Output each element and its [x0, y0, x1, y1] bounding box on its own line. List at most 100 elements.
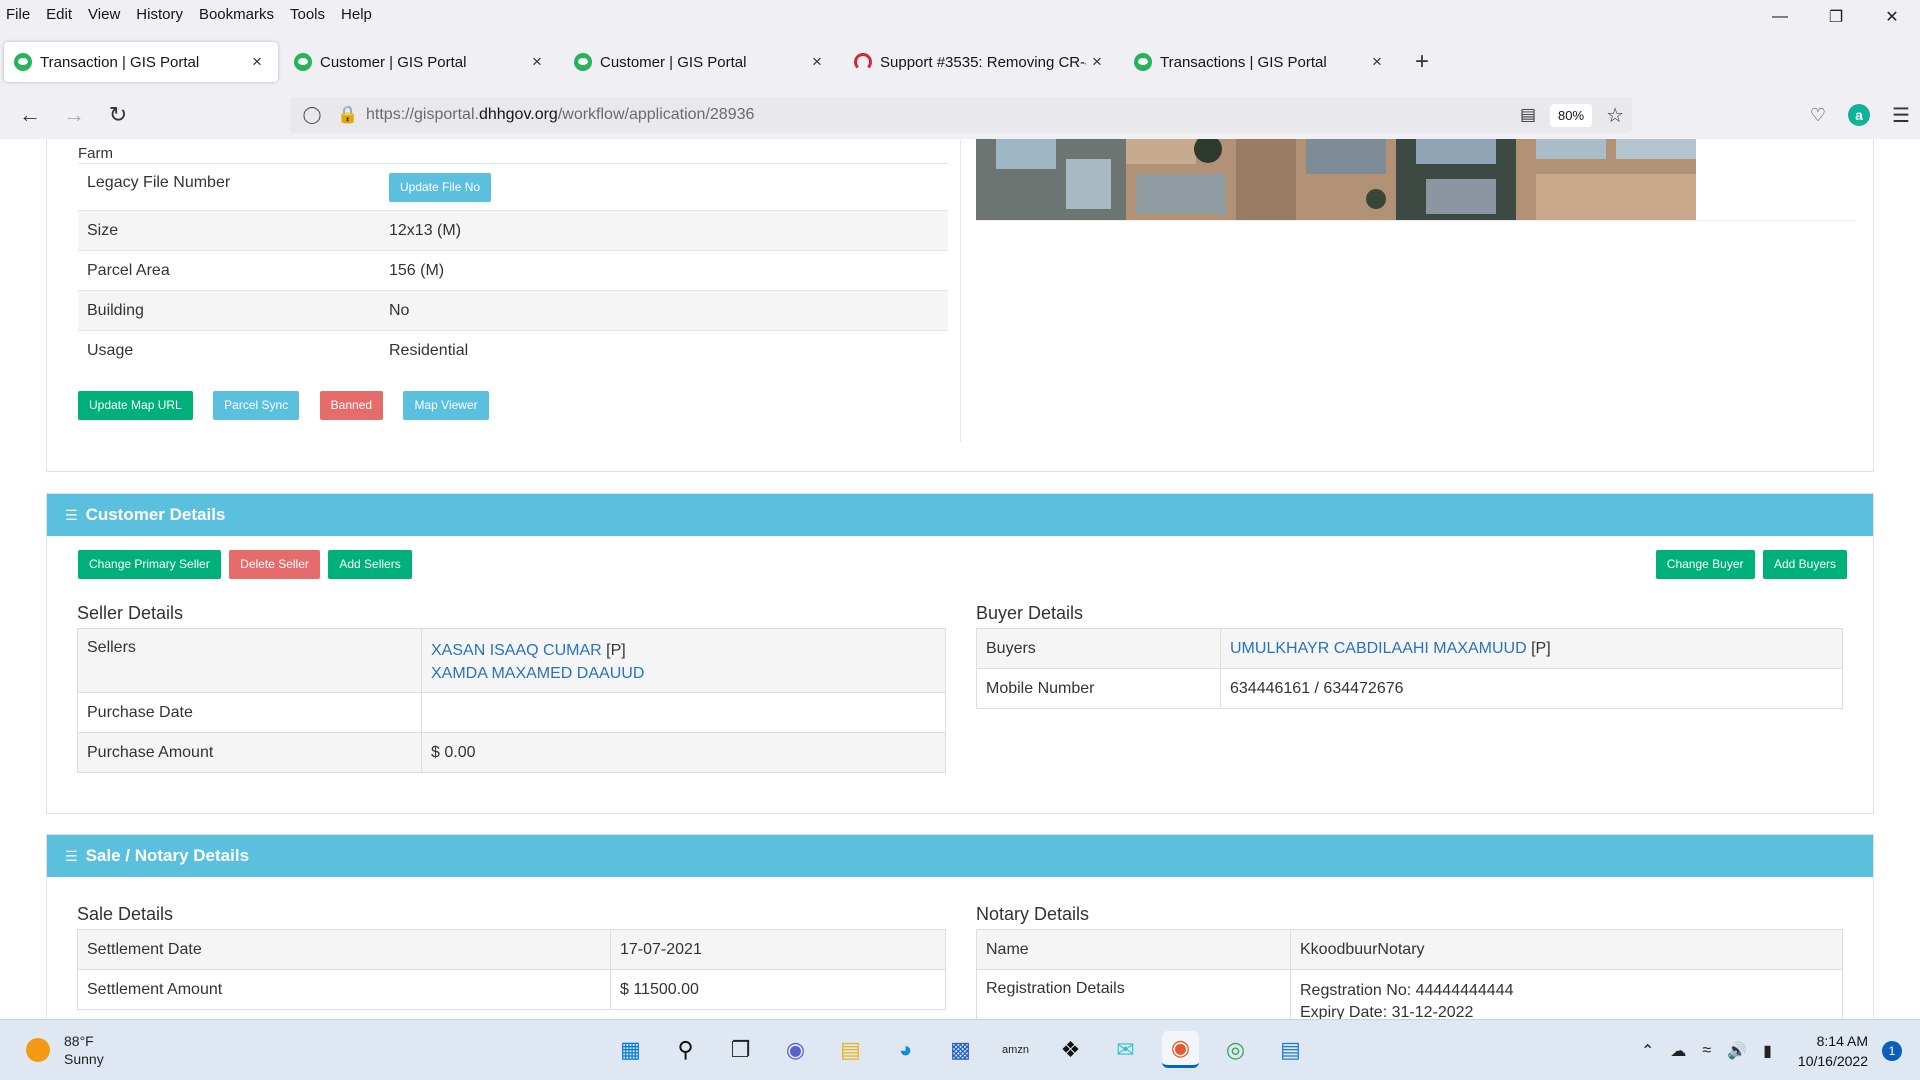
reload-icon[interactable]: ↻	[96, 97, 140, 133]
building-value: No	[380, 290, 948, 331]
dropbox-icon[interactable]: ❖	[1052, 1031, 1089, 1068]
menu-tools[interactable]: Tools	[282, 6, 333, 23]
add-sellers-button[interactable]: Add Sellers	[328, 550, 412, 579]
pocket-icon[interactable]: ♡	[1810, 105, 1826, 126]
customer-details-panel: ☰ Customer Details Change Primary Seller…	[46, 493, 1874, 814]
tab-close-icon[interactable]: ×	[1366, 52, 1388, 72]
registration-details-value: Regstration No: 44444444444 Expiry Date:…	[1290, 969, 1843, 1019]
account-icon[interactable]: a	[1848, 104, 1871, 126]
tab-close-icon[interactable]: ×	[526, 52, 548, 72]
temperature: 88°F	[64, 1033, 94, 1049]
onedrive-icon[interactable]: ☁	[1670, 1041, 1686, 1061]
table-row: Name KkoodbuurNotary	[976, 929, 1843, 970]
buyer-details-title: Buyer Details	[976, 603, 1084, 623]
buyer-link[interactable]: UMULKHAYR CABDILAAHI MAXAMUUD	[1230, 640, 1527, 657]
buyer-table: Buyers UMULKHAYR CABDILAAHI MAXAMUUD [P]…	[976, 628, 1843, 709]
sun-icon	[26, 1038, 50, 1062]
amazon-icon[interactable]: amzn	[997, 1031, 1034, 1068]
sale-notary-header: ☰ Sale / Notary Details	[47, 835, 1873, 877]
chrome-icon[interactable]: ◎	[1217, 1031, 1254, 1068]
lock-icon[interactable]: 🔒	[330, 105, 366, 125]
menu-edit[interactable]: Edit	[38, 6, 80, 23]
parcel-panel: Farm Legacy File Number Update File No S…	[46, 139, 1874, 472]
mail-icon[interactable]: ✉	[1107, 1031, 1144, 1068]
change-primary-seller-button[interactable]: Change Primary Seller	[78, 550, 221, 579]
image-divider	[976, 220, 1856, 221]
windows-start-icon[interactable]: ▦	[612, 1031, 649, 1068]
clock[interactable]: 8:14 AM 10/16/2022	[1798, 1031, 1868, 1071]
tab-support[interactable]: Support #3535: Removing CR-4 ×	[844, 42, 1118, 82]
tab-label: Transactions | GIS Portal	[1160, 53, 1327, 71]
gis-favicon-icon	[14, 53, 32, 71]
store-icon[interactable]: ▩	[942, 1031, 979, 1068]
restore-icon[interactable]: ❐	[1808, 0, 1864, 34]
tab-transaction[interactable]: Transaction | GIS Portal ×	[4, 42, 278, 82]
firefox-icon[interactable]: ◉	[1162, 1031, 1199, 1068]
sellers-label: Sellers	[77, 628, 422, 693]
menu-help[interactable]: Help	[333, 6, 380, 23]
tab-bar: Transaction | GIS Portal × Customer | GI…	[0, 38, 1920, 86]
usage-label: Usage	[78, 330, 380, 371]
edge-icon[interactable]: ◕	[887, 1031, 924, 1068]
chat-icon[interactable]: ◉	[777, 1031, 814, 1068]
gis-favicon-icon	[1134, 53, 1152, 71]
change-buyer-button[interactable]: Change Buyer	[1655, 550, 1755, 579]
weather-condition: Sunny	[64, 1051, 104, 1067]
shield-icon[interactable]: ◯	[294, 105, 330, 125]
menu-bookmarks[interactable]: Bookmarks	[191, 6, 282, 23]
add-buyers-button[interactable]: Add Buyers	[1762, 550, 1847, 579]
menu-view[interactable]: View	[80, 6, 128, 23]
seller-link[interactable]: XASAN ISAAQ CUMAR	[431, 642, 602, 659]
wifi-icon[interactable]: ≈	[1702, 1042, 1711, 1060]
battery-icon[interactable]: ▮	[1763, 1041, 1772, 1061]
forward-arrow-icon[interactable]: →	[52, 97, 96, 133]
reader-view-icon[interactable]: ▤	[1520, 105, 1536, 125]
zoom-level[interactable]: 80%	[1550, 103, 1593, 127]
notepad-icon[interactable]: ▤	[1272, 1031, 1309, 1068]
legacy-file-cell: Update File No	[380, 163, 948, 211]
tab-transactions[interactable]: Transactions | GIS Portal ×	[1124, 42, 1398, 82]
delete-seller-button[interactable]: Delete Seller	[229, 550, 320, 579]
volume-icon[interactable]: 🔊	[1727, 1041, 1747, 1061]
notification-badge[interactable]: 1	[1882, 1040, 1902, 1061]
gis-favicon-icon	[294, 53, 312, 71]
update-file-no-button[interactable]: Update File No	[389, 172, 492, 202]
new-tab-icon[interactable]: +	[1404, 44, 1440, 80]
menu-history[interactable]: History	[128, 6, 191, 23]
update-map-url-button[interactable]: Update Map URL	[78, 391, 193, 420]
tab-close-icon[interactable]: ×	[1086, 52, 1108, 72]
seller-actions: Change Primary Seller Delete Seller Add …	[78, 550, 416, 579]
sale-notary-panel: ☰ Sale / Notary Details Sale Details Set…	[46, 834, 1874, 1019]
bookmark-star-icon[interactable]: ☆	[1606, 103, 1624, 128]
file-explorer-icon[interactable]: ▤	[832, 1031, 869, 1068]
tab-customer-2[interactable]: Customer | GIS Portal ×	[564, 42, 838, 82]
close-icon[interactable]: ✕	[1864, 0, 1920, 34]
settlement-amount-value: $ 11500.00	[610, 969, 946, 1010]
navigation-bar: ← → ↻ ◯ 🔒 https://gisportal.dhhgov.org/w…	[0, 94, 1920, 136]
task-view-icon[interactable]: ❐	[722, 1031, 759, 1068]
tab-customer[interactable]: Customer | GIS Portal ×	[284, 42, 558, 82]
column-divider	[960, 139, 961, 442]
seller-table: Sellers XASAN ISAAQ CUMAR [P] XAMDA MAXA…	[77, 628, 946, 773]
minimize-icon[interactable]: —	[1752, 0, 1808, 34]
purchase-amount-value: $ 0.00	[421, 732, 946, 773]
weather-widget[interactable]: 88°F Sunny	[26, 1032, 104, 1068]
tab-close-icon[interactable]: ×	[806, 52, 828, 72]
back-arrow-icon[interactable]: ←	[8, 97, 52, 133]
parcel-sync-button[interactable]: Parcel Sync	[213, 391, 300, 420]
sale-table: Settlement Date 17-07-2021 Settlement Am…	[77, 929, 946, 1010]
taskbar-apps: ▦ ⚲ ❐ ◉ ▤ ◕ ▩ amzn ❖ ✉ ◉ ◎ ▤	[612, 1031, 1309, 1068]
chevron-up-icon[interactable]: ⌃	[1641, 1041, 1654, 1061]
menu-file[interactable]: File	[0, 6, 38, 23]
mobile-number-value: 634446161 / 634472676	[1220, 668, 1843, 709]
gis-favicon-icon	[574, 53, 592, 71]
banned-button[interactable]: Banned	[319, 391, 384, 420]
seller-link[interactable]: XAMDA MAXAMED DAAUUD	[431, 665, 644, 682]
map-viewer-button[interactable]: Map Viewer	[403, 391, 489, 420]
app-menu-icon[interactable]: ☰	[1892, 103, 1910, 128]
search-icon[interactable]: ⚲	[667, 1031, 704, 1068]
table-row: Settlement Amount $ 11500.00	[77, 969, 946, 1010]
address-bar[interactable]: ◯ 🔒 https://gisportal.dhhgov.org/workflo…	[290, 97, 1632, 133]
tab-close-icon[interactable]: ×	[246, 52, 268, 72]
buyers-label: Buyers	[976, 628, 1221, 669]
